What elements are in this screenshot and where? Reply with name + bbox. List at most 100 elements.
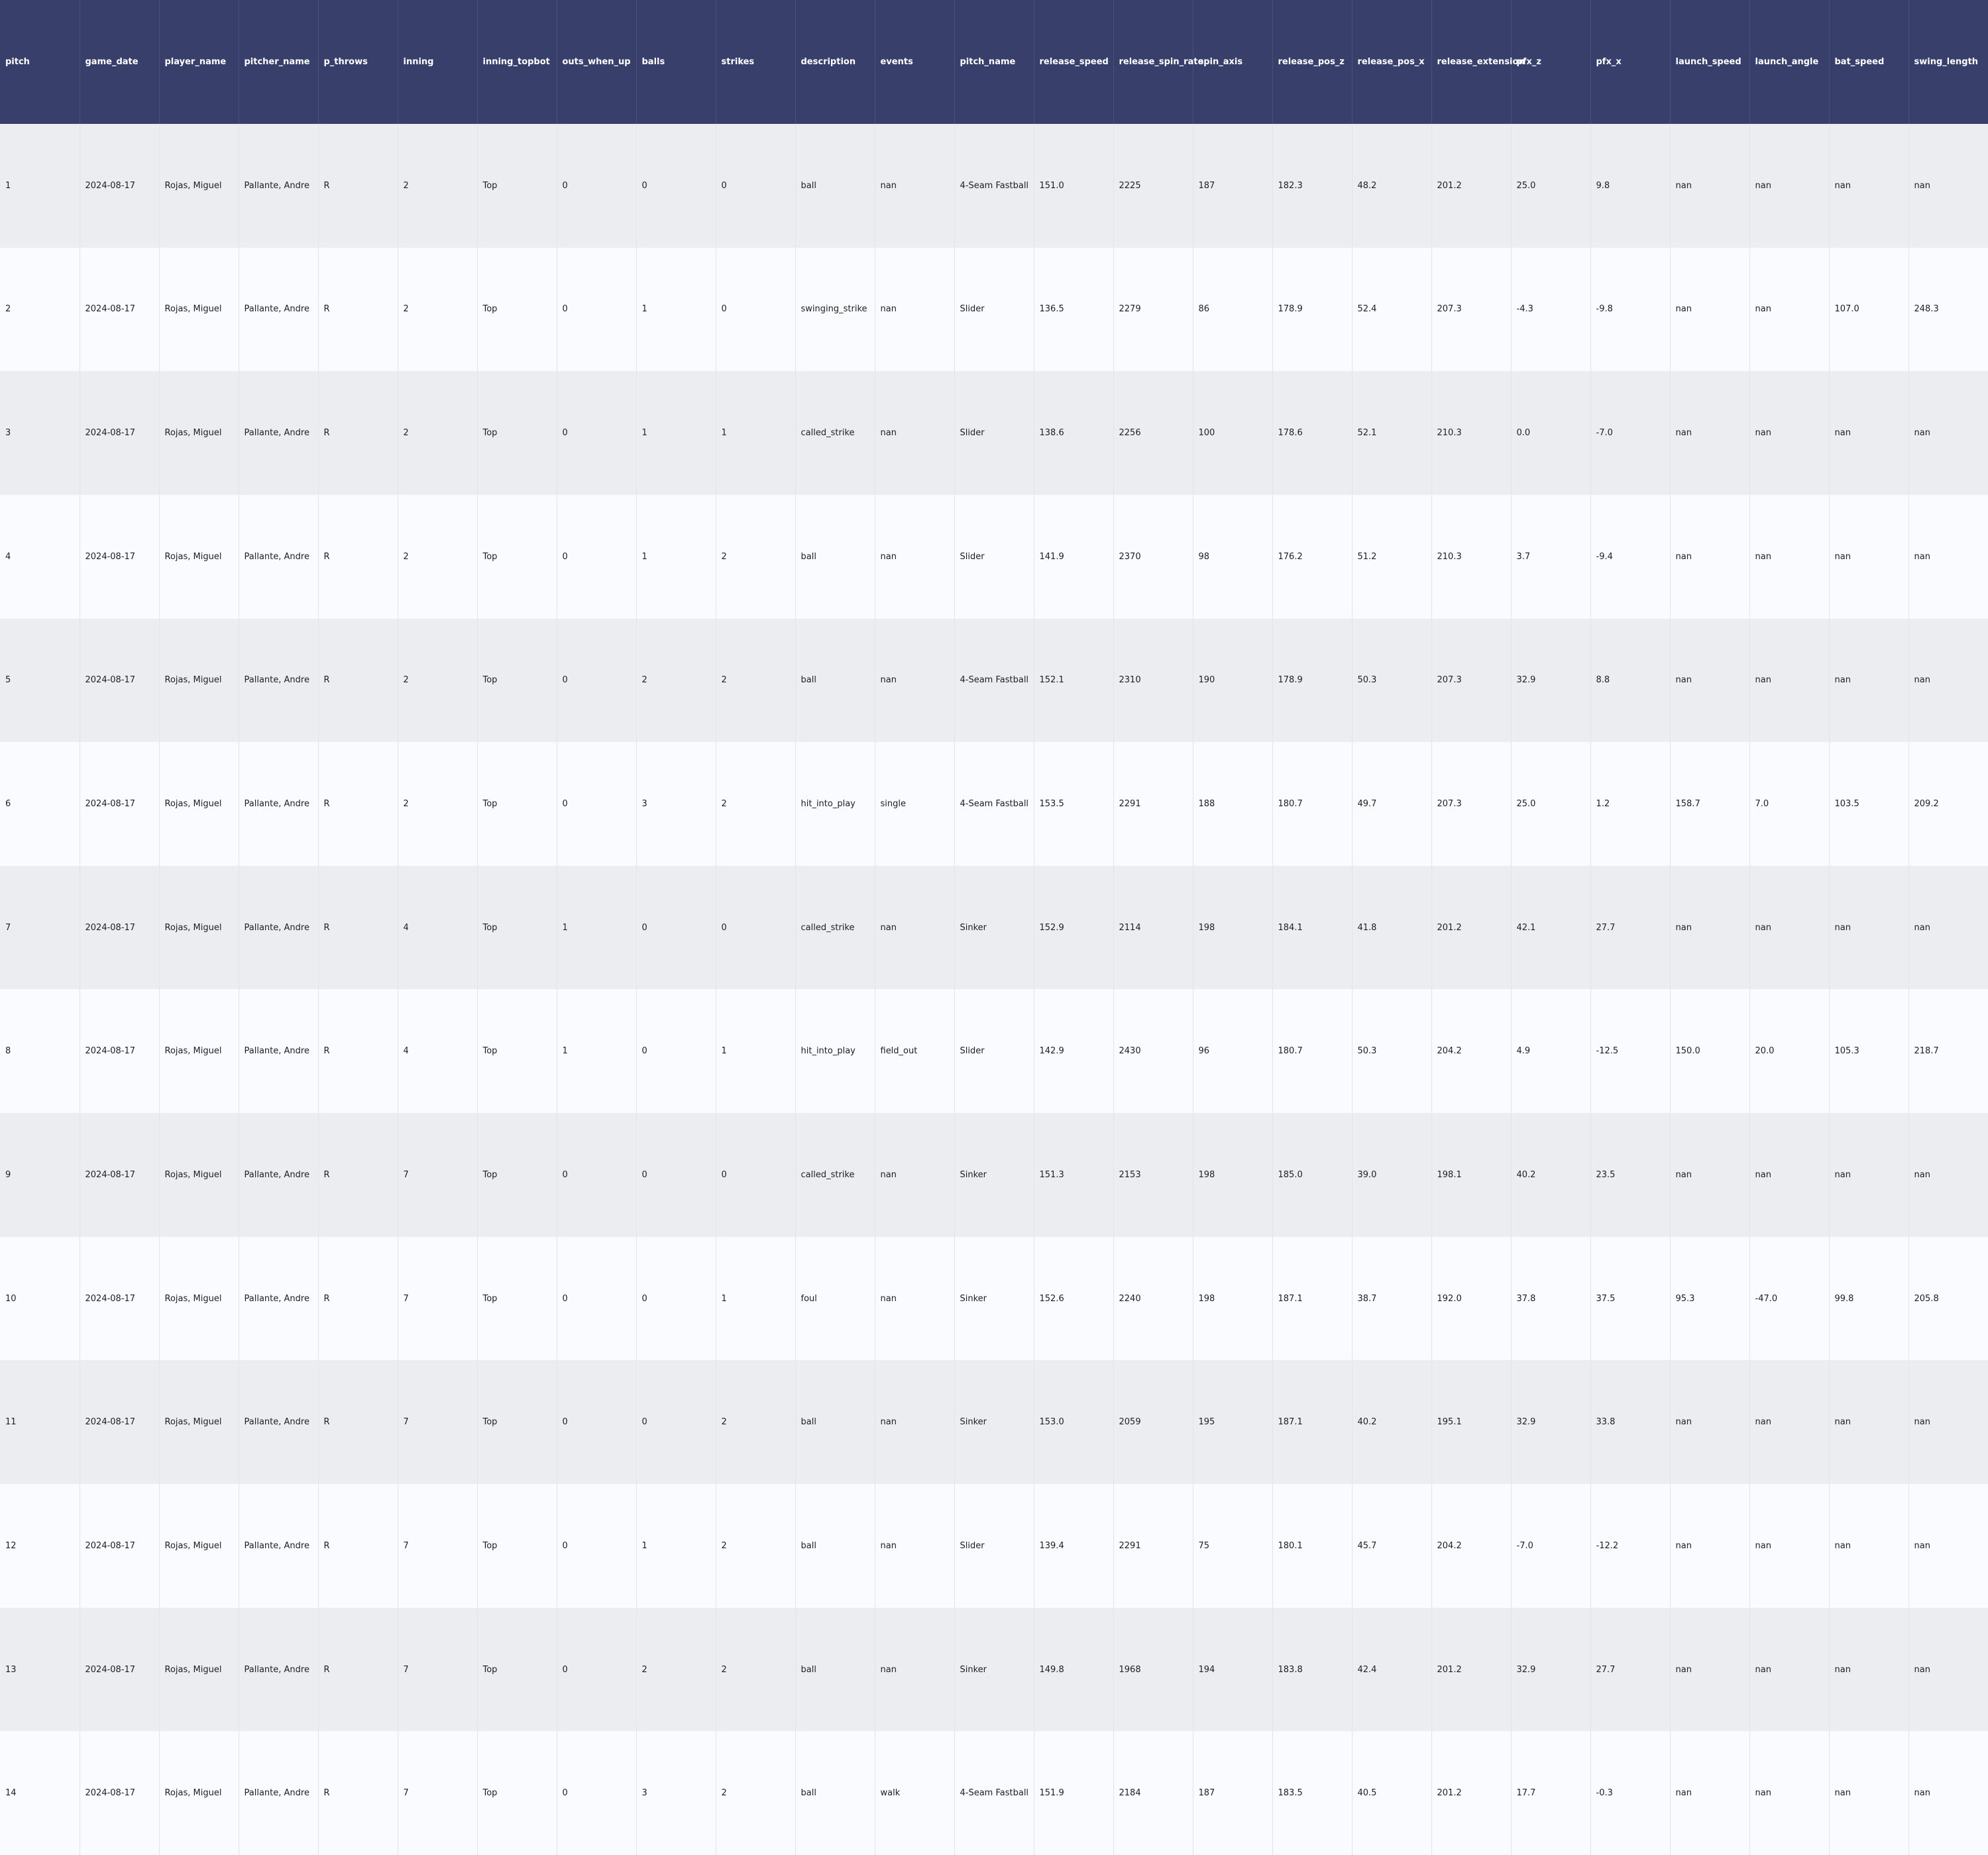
cell-outs-when-up: 0 — [557, 1113, 637, 1237]
cell-inning: 2 — [398, 742, 478, 866]
column-header-pfx-x: pfx_x — [1590, 0, 1671, 124]
cell-bat-speed: 105.3 — [1829, 989, 1909, 1114]
cell-player-name: Rojas, Miguel — [159, 1360, 239, 1485]
cell-release-extension: 204.2 — [1431, 989, 1512, 1114]
cell-release-pos-x: 52.4 — [1352, 247, 1432, 372]
cell-inning-topbot: Top — [477, 124, 557, 248]
cell-inning: 7 — [398, 1113, 478, 1237]
cell-launch-speed: nan — [1670, 1607, 1750, 1732]
cell-player-name: Rojas, Miguel — [159, 1236, 239, 1361]
cell-inning: 7 — [398, 1731, 478, 1855]
cell-swing-length: nan — [1914, 1169, 1930, 1180]
cell-pitch: 10 — [0, 1236, 80, 1361]
cell-pfx-z: -7.0 — [1511, 1484, 1591, 1608]
cell-pfx-x: 27.7 — [1590, 1607, 1671, 1732]
cell-p-throws: R — [318, 989, 398, 1114]
cell-outs-when-up: 0 — [557, 371, 637, 495]
cell-player-name: Rojas, Miguel — [159, 742, 239, 866]
cell-pitch-name: 4-Seam Fastball — [954, 618, 1034, 743]
column-header-bat-speed: bat_speed — [1829, 0, 1909, 124]
cell-pitch-name: 4-Seam Fastball — [954, 742, 1034, 866]
column-header-launch-angle: launch_angle — [1749, 0, 1830, 124]
cell-release-pos-z: 180.7 — [1272, 989, 1353, 1114]
cell-game-date: 2024-08-17 — [80, 1360, 160, 1485]
cell-spin-axis: 187 — [1193, 124, 1273, 248]
cell-release-pos-z: 183.8 — [1272, 1607, 1353, 1732]
cell-strikes: 1 — [716, 989, 796, 1114]
cell-release-extension: 198.1 — [1431, 1113, 1512, 1237]
cell-release-pos-x: 52.1 — [1352, 371, 1432, 495]
cell-inning-topbot: Top — [477, 865, 557, 990]
cell-player-name: Rojas, Miguel — [159, 124, 239, 248]
cell-game-date: 2024-08-17 — [80, 989, 160, 1114]
cell-swing-length: nan — [1914, 180, 1930, 191]
cell-p-throws: R — [318, 124, 398, 248]
cell-release-extension: 210.3 — [1431, 371, 1512, 495]
cell-events: nan — [875, 1360, 955, 1485]
cell-strikes: 2 — [716, 1731, 796, 1855]
cell-release-pos-z: 178.9 — [1272, 247, 1353, 372]
cell-description: ball — [795, 1731, 875, 1855]
cell-description: called_strike — [795, 865, 875, 990]
cell-swing-length: 209.2 — [1914, 799, 1939, 810]
cell-release-spin-rate: 2310 — [1113, 618, 1193, 743]
cell-release-speed: 149.8 — [1034, 1607, 1114, 1732]
cell-release-pos-z: 180.1 — [1272, 1484, 1353, 1608]
cell-events: nan — [875, 618, 955, 743]
cell-events: field_out — [875, 989, 955, 1114]
cell-bat-speed: 103.5 — [1829, 742, 1909, 866]
cell-launch-speed: 95.3 — [1670, 1236, 1750, 1361]
cell-pitch-name: 4-Seam Fastball — [954, 124, 1034, 248]
cell-launch-speed: nan — [1670, 1484, 1750, 1608]
cell-launch-speed: nan — [1670, 865, 1750, 990]
cell-pfx-z: 17.7 — [1511, 1731, 1591, 1855]
cell-release-speed: 152.6 — [1034, 1236, 1114, 1361]
cell-release-pos-z: 183.5 — [1272, 1731, 1353, 1855]
cell-swing-length: nan — [1914, 428, 1930, 439]
cell-inning: 7 — [398, 1484, 478, 1608]
cell-game-date: 2024-08-17 — [80, 1731, 160, 1855]
cell-release-pos-x: 41.8 — [1352, 865, 1432, 990]
table-row: 13 2024-08-17 Rojas, Miguel Pallante, Andre… — [0, 1607, 1988, 1732]
cell-inning-topbot: Top — [477, 1731, 557, 1855]
cell-inning-topbot: Top — [477, 1113, 557, 1237]
cell-spin-axis: 100 — [1193, 371, 1273, 495]
cell-p-throws: R — [318, 1360, 398, 1485]
cell-strikes: 1 — [716, 371, 796, 495]
cell-inning-topbot: Top — [477, 1236, 557, 1361]
cell-swing-length: 248.3 — [1914, 304, 1939, 315]
cell-release-spin-rate: 2059 — [1113, 1360, 1193, 1485]
cell-p-throws: R — [318, 1484, 398, 1608]
column-header-release-spin-rate: release_spin_rate — [1113, 0, 1203, 124]
cell-pitch: 11 — [0, 1360, 80, 1485]
cell-launch-angle: nan — [1749, 1607, 1830, 1732]
cell-release-speed: 139.4 — [1034, 1484, 1114, 1608]
cell-pfx-z: 37.8 — [1511, 1236, 1591, 1361]
cell-release-spin-rate: 1968 — [1113, 1607, 1193, 1732]
cell-inning-topbot: Top — [477, 1607, 557, 1732]
cell-launch-angle: -47.0 — [1749, 1236, 1830, 1361]
column-header-pitch: pitch — [0, 0, 80, 124]
cell-bat-speed: nan — [1829, 494, 1909, 619]
table-row: 11 2024-08-17 Rojas, Miguel Pallante, Andre… — [0, 1360, 1988, 1485]
cell-inning: 4 — [398, 989, 478, 1114]
cell-balls: 3 — [636, 742, 716, 866]
cell-pfx-x: -9.4 — [1590, 494, 1671, 619]
cell-release-pos-x: 50.3 — [1352, 989, 1432, 1114]
cell-launch-angle: nan — [1749, 1360, 1830, 1485]
cell-outs-when-up: 0 — [557, 1360, 637, 1485]
cell-pfx-x: 9.8 — [1590, 124, 1671, 248]
cell-pfx-z: 42.1 — [1511, 865, 1591, 990]
cell-player-name: Rojas, Miguel — [159, 1113, 239, 1237]
column-header-player-name: player_name — [159, 0, 239, 124]
table-body: 1 2024-08-17 Rojas, Miguel Pallante, Andre R… — [0, 124, 1988, 1855]
cell-release-speed: 141.9 — [1034, 494, 1114, 619]
cell-outs-when-up: 0 — [557, 494, 637, 619]
cell-pfx-z: 25.0 — [1511, 742, 1591, 866]
cell-release-pos-z: 185.0 — [1272, 1113, 1353, 1237]
cell-p-throws: R — [318, 1607, 398, 1732]
table-row: 4 2024-08-17 Rojas, Miguel Pallante, Andre R… — [0, 494, 1988, 619]
cell-p-throws: R — [318, 371, 398, 495]
table-row: 7 2024-08-17 Rojas, Miguel Pallante, Andre R… — [0, 865, 1988, 990]
cell-strikes: 0 — [716, 247, 796, 372]
